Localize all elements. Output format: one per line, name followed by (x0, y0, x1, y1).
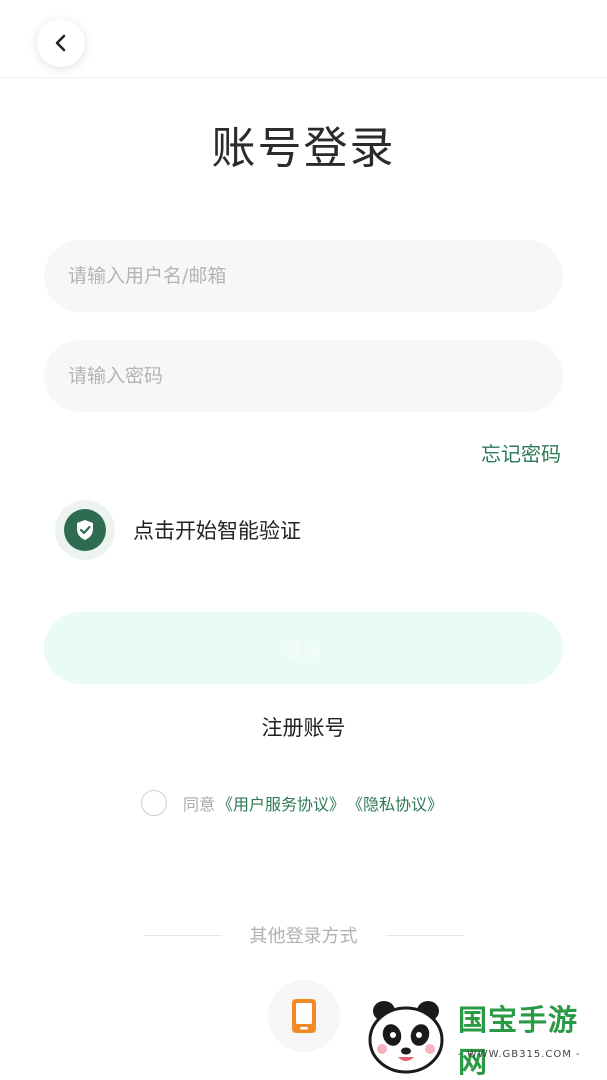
user-terms-link[interactable]: 《用户服务协议》 (217, 791, 345, 815)
password-input[interactable] (68, 365, 563, 387)
page-title: 账号登录 (211, 123, 396, 174)
smart-verify-button[interactable]: 点击开始智能验证 (55, 500, 301, 560)
shield-check-icon (55, 500, 115, 560)
forgot-password-link[interactable]: 忘记密码 (481, 438, 561, 467)
mobile-phone-icon (292, 999, 316, 1033)
other-login-divider: 其他登录方式 (0, 922, 607, 948)
username-input[interactable] (68, 265, 563, 287)
login-button[interactable]: 登录 (44, 612, 563, 684)
register-link[interactable]: 注册账号 (0, 712, 607, 742)
watermark: 国宝手游网 - WWW.GB315.COM - (354, 985, 607, 1080)
phone-login-button[interactable] (268, 980, 340, 1052)
divider-line (385, 934, 464, 936)
divider-line (143, 934, 222, 936)
privacy-link[interactable]: 《隐私协议》 (347, 791, 443, 815)
watermark-url: - WWW.GB315.COM - (458, 1049, 581, 1060)
agree-checkbox[interactable] (141, 790, 167, 816)
back-button[interactable] (37, 19, 85, 67)
smart-verify-label: 点击开始智能验证 (133, 519, 301, 543)
password-field[interactable] (44, 340, 563, 412)
username-field[interactable] (44, 240, 563, 312)
agreement-row: 同意 《用户服务协议》 《隐私协议》 (141, 790, 443, 816)
panda-logo-icon (368, 1001, 444, 1074)
watermark-text: 国宝手游网 (458, 1003, 579, 1079)
top-bar (0, 0, 607, 78)
chevron-left-icon (55, 34, 66, 52)
agree-prefix: 同意 (183, 795, 216, 814)
other-login-label: 其他登录方式 (249, 926, 358, 947)
